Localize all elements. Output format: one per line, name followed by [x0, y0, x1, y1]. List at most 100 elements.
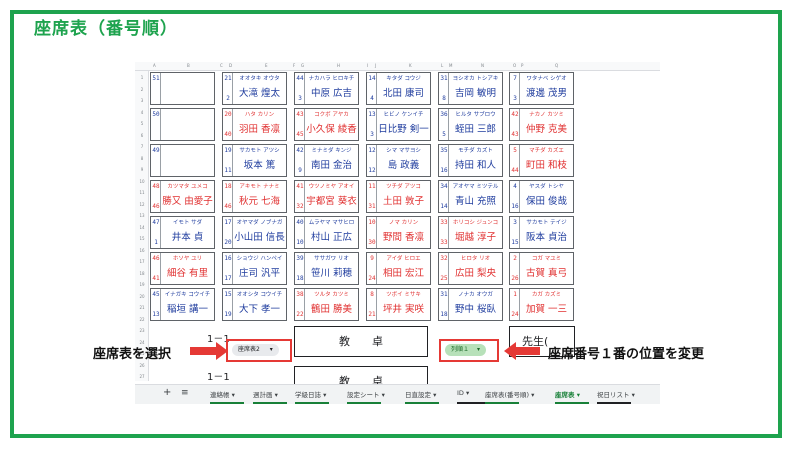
seat-card[interactable]: 2 26 コガ マユミ 古賀 真弓 — [509, 252, 574, 285]
column-header-O[interactable]: O — [513, 63, 516, 68]
row-header-18[interactable]: 18 — [135, 271, 149, 276]
row-header-5[interactable]: 5 — [135, 121, 149, 126]
column-header-I[interactable]: I — [367, 63, 368, 68]
column-header-L[interactable]: L — [441, 63, 443, 68]
seat-card[interactable]: 44 3 ナカハラ ヒロキチ 中原 広吉 — [294, 72, 359, 105]
seat-card[interactable]: 1 24 カガ カズミ 加賀 一三 — [509, 288, 574, 321]
seat-card[interactable]: 16 17 ショウジ ハンペイ 庄司 汎平 — [222, 252, 287, 285]
column-header-P[interactable]: P — [521, 63, 523, 68]
seat-card[interactable]: 36 5 ヒルタ サブロウ 蛭田 三郎 — [438, 108, 503, 141]
seat-card[interactable]: 35 16 モチダ カズト 持田 和人 — [438, 144, 503, 177]
column-header-G[interactable]: G — [301, 63, 304, 68]
row-header-12[interactable]: 12 — [135, 202, 149, 207]
seat-card[interactable]: 43 45 コクボ アヤカ 小久保 綾香 — [294, 108, 359, 141]
seat-card[interactable]: 15 19 オオシタ コウイチ 大下 孝一 — [222, 288, 287, 321]
student-kana: アイダ ヒロエ — [386, 256, 421, 262]
sheet-select-dropdown[interactable]: 座席表2 ▾ — [232, 344, 279, 356]
seat-card[interactable]: 50 — [150, 108, 215, 141]
seat-number: 18 — [224, 183, 232, 190]
seat-card[interactable]: 10 30 ノマ カリン 野間 香凛 — [366, 216, 431, 249]
seat-card[interactable]: 21 2 オオタキ オウタ 大滝 煌太 — [222, 72, 287, 105]
seat-card[interactable]: 9 24 アイダ ヒロエ 相田 宏江 — [366, 252, 431, 285]
sheet-tab[interactable]: 座席表 ▾ — [555, 389, 580, 399]
row-header-23[interactable]: 23 — [135, 328, 149, 333]
column-header-Q[interactable]: Q — [555, 63, 558, 68]
seat-card[interactable]: 17 20 オヤマダ ノブナガ 小山田 信長 — [222, 216, 287, 249]
seat-card[interactable]: 38 22 ツルタ カツミ 鶴田 勝美 — [294, 288, 359, 321]
seat-card[interactable]: 49 — [150, 144, 215, 177]
column-header-E[interactable]: E — [265, 63, 268, 68]
column-header-F[interactable]: F — [293, 63, 295, 68]
seat-card[interactable]: 18 46 アキモト ナナミ 秋元 七海 — [222, 180, 287, 213]
seat-card[interactable]: 20 40 ハタ カリン 羽田 香凛 — [222, 108, 287, 141]
row-header-17[interactable]: 17 — [135, 259, 149, 264]
sheet-tab[interactable]: ID ▾ — [457, 389, 469, 397]
seat-card[interactable]: 12 12 シマ マサヨシ島 政義 — [366, 144, 431, 177]
seat-card[interactable]: 31 18 ノナカ オウガ 野中 桜臥 — [438, 288, 503, 321]
column-header-B[interactable]: B — [187, 63, 190, 68]
seat-card[interactable]: 46 41 ホソヤ ユリ 細谷 有里 — [150, 252, 215, 285]
row-header-3[interactable]: 3 — [135, 98, 149, 103]
sheet-tab[interactable]: 設定シート ▾ — [347, 389, 385, 399]
seat-card[interactable]: 7 3 ワタナベ シゲオ 渡邊 茂男 — [509, 72, 574, 105]
column-header-C[interactable]: C — [220, 63, 223, 68]
column-header-A[interactable]: A — [153, 63, 156, 68]
sheet-list-menu-icon[interactable]: ≡ — [181, 388, 189, 398]
row-header-19[interactable]: 19 — [135, 282, 149, 287]
seat-card[interactable]: 40 10 ムラヤマ マサヒロ 村山 正広 — [294, 216, 359, 249]
sheet-tab[interactable]: 週計画 ▾ — [253, 389, 278, 399]
seat-card[interactable]: 33 33 ホリコシ ジュンコ 堀越 淳子 — [438, 216, 503, 249]
order-select-dropdown[interactable]: 列順１ ▾ — [445, 344, 486, 356]
seat-card[interactable]: 48 46 カツマタ ユメコ 勝又 由愛子 — [150, 180, 215, 213]
row-header-15[interactable]: 15 — [135, 236, 149, 241]
seat-card[interactable]: 45 13 イナガキ コウイチ 稲垣 講一 — [150, 288, 215, 321]
seat-card[interactable]: 32 25 ヒロタ リオ 広田 梨央 — [438, 252, 503, 285]
row-header-6[interactable]: 6 — [135, 133, 149, 138]
sheet-tab[interactable]: 祝日リスト ▾ — [597, 389, 635, 399]
row-header-26[interactable]: 26 — [135, 363, 149, 368]
seat-card[interactable]: 8 21 ツボイ ミサキ 坪井 実咲 — [366, 288, 431, 321]
row-header-27[interactable]: 27 — [135, 374, 149, 379]
seat-card[interactable]: 14 4 キタダ コウジ 北田 康司 — [366, 72, 431, 105]
seat-card[interactable]: 42 9 ミナミダ キンジ 南田 金治 — [294, 144, 359, 177]
column-header-D[interactable]: D — [229, 63, 232, 68]
sheet-tab[interactable]: 連絡帳 ▾ — [210, 389, 235, 399]
row-header-21[interactable]: 21 — [135, 305, 149, 310]
row-header-9[interactable]: 9 — [135, 167, 149, 172]
column-header-K[interactable]: K — [409, 63, 412, 68]
seat-card[interactable]: 42 43 ナカノ カツミ 仲野 克美 — [509, 108, 574, 141]
seat-card[interactable]: 31 8 ヨシオカ トシアキ 吉岡 敏明 — [438, 72, 503, 105]
row-header-11[interactable]: 11 — [135, 190, 149, 195]
sheet-tab[interactable]: 座席表(番号順) ▾ — [485, 389, 534, 399]
column-header-H[interactable]: H — [337, 63, 340, 68]
seat-card[interactable]: 19 11 サカモト アツシ 坂本 篤 — [222, 144, 287, 177]
seat-card[interactable]: 5 44 マチダ カズエ 町田 和枝 — [509, 144, 574, 177]
column-header-N[interactable]: N — [481, 63, 484, 68]
seat-card[interactable]: 11 31 ツチダ アツコ 土田 敦子 — [366, 180, 431, 213]
seat-card[interactable]: 4 16 ヤスダ トシヤ 保田 俊哉 — [509, 180, 574, 213]
seat-card[interactable]: 47 1 イモト サダ 井本 貞 — [150, 216, 215, 249]
row-header-2[interactable]: 2 — [135, 87, 149, 92]
row-header-10[interactable]: 10 — [135, 179, 149, 184]
row-header-8[interactable]: 8 — [135, 156, 149, 161]
row-header-13[interactable]: 13 — [135, 213, 149, 218]
add-sheet-button[interactable]: + — [163, 387, 171, 398]
seat-card[interactable]: 41 32 ウツノミヤ アオイ 宇都宮 葵衣 — [294, 180, 359, 213]
row-header-7[interactable]: 7 — [135, 144, 149, 149]
column-header-J[interactable]: J — [375, 63, 376, 68]
seat-card[interactable]: 51 — [150, 72, 215, 105]
sheet-tab[interactable]: 日直設定 ▾ — [405, 389, 436, 399]
row-header-14[interactable]: 14 — [135, 225, 149, 230]
column-header-M[interactable]: M — [449, 63, 452, 68]
seat-card[interactable]: 34 14 アオヤマ ミツテル 青山 充照 — [438, 180, 503, 213]
seat-card[interactable]: 3 15 サカモト テイジ 阪本 貞治 — [509, 216, 574, 249]
row-header-16[interactable]: 16 — [135, 248, 149, 253]
student-kana: イナガキ コウイチ — [164, 292, 211, 298]
row-header-1[interactable]: 1 — [135, 75, 149, 80]
row-header-20[interactable]: 20 — [135, 294, 149, 299]
seat-card[interactable]: 39 18 ササガワ リオ 笹川 莉穂 — [294, 252, 359, 285]
row-header-22[interactable]: 22 — [135, 317, 149, 322]
sheet-tab[interactable]: 学級日誌 ▾ — [295, 389, 326, 399]
row-header-4[interactable]: 4 — [135, 110, 149, 115]
seat-card[interactable]: 13 3 ヒビノ ケンイチ 日比野 剣一 — [366, 108, 431, 141]
